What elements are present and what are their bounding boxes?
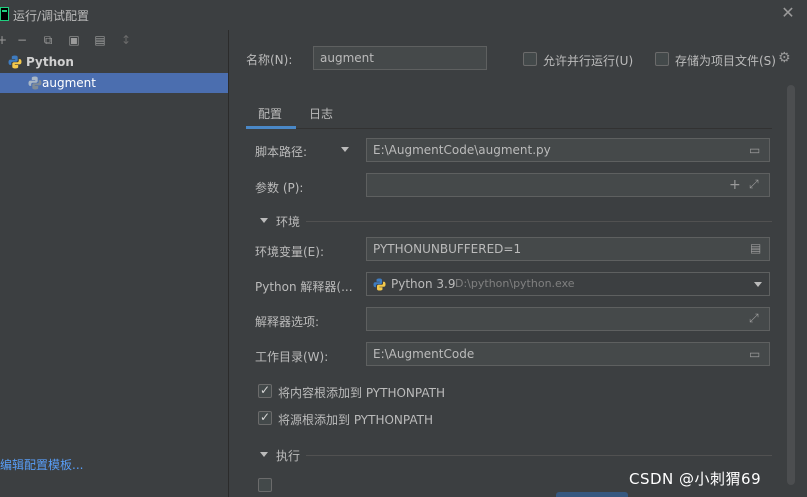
- python-icon: [8, 55, 22, 69]
- tab-config[interactable]: 配置: [258, 105, 282, 122]
- remove-icon[interactable]: −: [14, 32, 30, 48]
- script-type-dropdown-icon[interactable]: [341, 147, 349, 152]
- interpreter-path: D:\python\python.exe: [455, 277, 575, 290]
- ok-button[interactable]: [556, 492, 628, 497]
- env-vars-label: 环境变量(E):: [255, 245, 324, 259]
- interpreter-label: Python 解释器(...: [255, 280, 353, 294]
- edit-templates-link[interactable]: 编辑配置模板...: [0, 456, 83, 473]
- tree-group-label: Python: [26, 55, 74, 69]
- params-label: 参数 (P):: [255, 181, 304, 195]
- script-path-input[interactable]: E:\AugmentCode\augment.py: [366, 138, 770, 162]
- folder-browse-icon[interactable]: ▭: [749, 143, 760, 157]
- tab-log[interactable]: 日志: [309, 105, 333, 122]
- store-as-file-checkbox[interactable]: [655, 52, 669, 66]
- script-path-label: 脚本路径:: [255, 145, 308, 159]
- add-icon[interactable]: +: [0, 32, 10, 48]
- window-title: 运行/调试配置: [13, 9, 90, 23]
- expand-icon[interactable]: ⤢: [749, 311, 759, 326]
- tree-group-python[interactable]: Python: [0, 52, 228, 72]
- name-input[interactable]: augment: [313, 46, 487, 70]
- allow-parallel-checkbox[interactable]: [523, 52, 537, 66]
- scrollbar[interactable]: [787, 85, 795, 485]
- allow-parallel-label: 允许并行运行(U): [543, 54, 634, 68]
- tree-item-augment[interactable]: augment: [0, 73, 228, 93]
- gear-icon[interactable]: ⚙: [778, 50, 791, 66]
- workdir-input[interactable]: E:\AugmentCode: [366, 342, 770, 366]
- exec-collapse-icon[interactable]: [260, 452, 268, 457]
- name-label: 名称(N):: [246, 53, 293, 67]
- close-icon[interactable]: ✕: [779, 4, 797, 22]
- splitter[interactable]: [228, 30, 229, 497]
- chevron-down-icon[interactable]: [754, 282, 762, 287]
- folder-icon[interactable]: ▤: [92, 32, 108, 48]
- add-source-roots-checkbox[interactable]: [258, 410, 272, 425]
- script-path-value: E:\AugmentCode\augment.py: [373, 143, 551, 157]
- interpreter-name: Python 3.9: [391, 277, 456, 291]
- env-section-title: 环境: [276, 215, 301, 229]
- save-icon[interactable]: ▣: [66, 32, 82, 48]
- config-tree: Python augment: [0, 52, 228, 497]
- python-run-config-icon: [28, 76, 42, 90]
- expand-icon[interactable]: ⤢: [749, 177, 759, 192]
- add-macro-icon[interactable]: +: [729, 177, 741, 193]
- workdir-value: E:\AugmentCode: [373, 347, 475, 361]
- workdir-label: 工作目录(W):: [255, 350, 329, 364]
- title-bar: 运行/调试配置 ✕: [0, 0, 807, 30]
- exec-section-divider: [306, 455, 772, 456]
- store-as-file-label: 存储为项目文件(S): [675, 54, 776, 68]
- env-vars-input[interactable]: PYTHONUNBUFFERED=1: [366, 237, 770, 261]
- add-content-roots-label: 将内容根添加到 PYTHONPATH: [278, 386, 445, 400]
- add-content-roots-checkbox[interactable]: [258, 383, 272, 398]
- tree-item-label: augment: [42, 76, 96, 90]
- exec-option-checkbox[interactable]: [258, 478, 272, 492]
- params-input[interactable]: [366, 173, 770, 197]
- copy-icon[interactable]: ⧉: [40, 32, 56, 48]
- interpreter-select[interactable]: Python 3.9 D:\python\python.exe: [366, 272, 770, 296]
- add-source-roots-label: 将源根添加到 PYTHONPATH: [278, 413, 433, 427]
- edit-env-icon[interactable]: ▤: [750, 241, 761, 255]
- exec-section-title: 执行: [276, 449, 301, 463]
- watermark: CSDN @小刺猬69: [629, 470, 762, 488]
- active-tab-indicator: [246, 126, 296, 129]
- tabs-divider: [246, 128, 772, 129]
- app-icon: [0, 7, 9, 21]
- python-icon: [373, 278, 386, 291]
- folder-browse-icon[interactable]: ▭: [749, 347, 760, 361]
- interp-options-label: 解释器选项:: [255, 315, 320, 329]
- interp-options-input[interactable]: [366, 307, 770, 331]
- env-vars-value: PYTHONUNBUFFERED=1: [373, 242, 522, 256]
- sort-icon: ↕: [120, 33, 132, 47]
- config-toolbar: + − ⧉ ▣ ▤ ↕: [0, 30, 228, 52]
- env-collapse-icon[interactable]: [260, 218, 268, 223]
- env-section-divider: [306, 221, 772, 222]
